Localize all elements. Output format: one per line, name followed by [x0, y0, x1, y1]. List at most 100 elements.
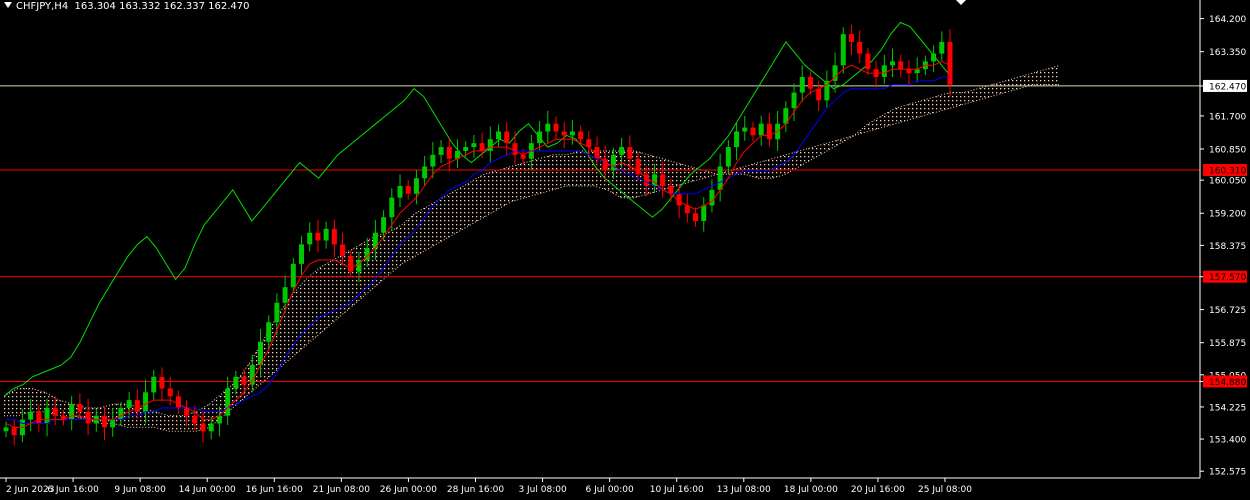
chart-header: CHFJPY,H4 163.304 163.332 162.337 162.47… [4, 1, 250, 12]
candle-body [496, 131, 502, 140]
candle-body [200, 423, 206, 432]
x-tick-label: 9 Jun 08:00 [114, 485, 166, 495]
candle-body [561, 131, 567, 136]
candle-body [208, 423, 214, 432]
candle-body [610, 154, 616, 171]
y-tick-label: 160.050 [1209, 177, 1246, 187]
candle-body [569, 131, 575, 136]
candle-body [241, 376, 247, 385]
candle-body [545, 123, 551, 132]
x-tick-label: 14 Jun 00:00 [179, 485, 236, 495]
x-tick-label: 13 Jul 08:00 [717, 485, 771, 495]
candle-body [766, 123, 772, 140]
candle-body [323, 228, 329, 241]
kijun-line [6, 76, 950, 424]
candle-body [619, 147, 625, 155]
candle-body [742, 127, 748, 132]
candle-body [430, 154, 436, 167]
candle-body [28, 411, 34, 420]
candle-body [504, 131, 510, 144]
candle-body [734, 131, 740, 148]
candle-body [914, 69, 920, 74]
candle-body [578, 131, 584, 140]
candle-body [750, 127, 756, 136]
candle-body [315, 232, 321, 241]
candle-body [118, 407, 124, 420]
candle-body [3, 427, 9, 432]
tenkan-line [5, 60, 951, 428]
candle-body [816, 88, 822, 101]
dropdown-triangle-icon[interactable] [4, 2, 12, 8]
candle-body [143, 392, 149, 412]
candle-body [36, 411, 42, 424]
candle-body [693, 213, 699, 222]
candle-body [299, 244, 305, 264]
candle-body [151, 376, 157, 393]
price-level-label: 162.470 [1209, 82, 1246, 92]
candle-body [758, 123, 764, 136]
candle-body [520, 154, 526, 159]
candle-body [537, 131, 543, 144]
candle-body [69, 404, 75, 420]
candle-body [865, 53, 871, 70]
y-tick-label: 154.225 [1209, 403, 1246, 413]
y-tick-label: 153.400 [1209, 436, 1246, 446]
price-level-label: 154.880 [1209, 378, 1246, 388]
x-tick-label: 16 Jun 16:00 [246, 485, 303, 495]
candle-body [709, 189, 715, 206]
candle-body [77, 404, 83, 412]
x-tick-label: 3 Jul 08:00 [518, 485, 567, 495]
candle-body [175, 396, 181, 408]
x-tick-label: 10 Jul 16:00 [650, 485, 704, 495]
candle-body [553, 123, 559, 132]
candle-body [110, 419, 116, 428]
candle-body [192, 415, 198, 424]
candle-body [947, 41, 953, 85]
candle-body [159, 376, 165, 389]
candle-body [422, 166, 428, 179]
candle-body [102, 415, 108, 428]
price-level-label: 160.310 [1209, 167, 1246, 177]
candle-body [898, 61, 904, 70]
x-tick-label: 21 Jun 08:00 [313, 485, 370, 495]
x-tick-label: 20 Jul 16:00 [851, 485, 905, 495]
candle-body [282, 287, 288, 303]
y-tick-label: 160.850 [1209, 146, 1246, 156]
candle-body [167, 388, 173, 397]
y-tick-label: 159.200 [1209, 210, 1246, 220]
candle-body [233, 376, 239, 389]
candle-body [627, 147, 633, 159]
candle-body [225, 388, 231, 416]
x-tick-label: 6 Jun 16:00 [47, 485, 99, 495]
symbol-label: CHFJPY,H4 [16, 1, 69, 12]
x-tick-label: 18 Jul 00:00 [784, 485, 838, 495]
candle-body [274, 302, 280, 323]
candle-body [438, 147, 444, 155]
candle-body [11, 427, 17, 436]
x-tick-label: 28 Jun 16:00 [447, 485, 504, 495]
candle-body [52, 407, 58, 416]
candle-body [890, 61, 896, 66]
price-chart[interactable]: 164.200 163.350 162.470 161.700 160.850 160.0… [0, 0, 1250, 500]
candle-body [881, 65, 887, 77]
candle-body [446, 147, 452, 159]
y-tick-label: 163.350 [1209, 48, 1246, 58]
candle-body [799, 76, 805, 93]
candle-body [134, 400, 140, 412]
y-tick-label: 152.575 [1209, 468, 1246, 478]
candle-body [906, 69, 912, 74]
candle-body [660, 174, 666, 186]
candle-body [463, 147, 469, 151]
candle-body [413, 178, 419, 194]
candle-body [717, 166, 723, 190]
y-tick-label: 156.725 [1209, 306, 1246, 316]
candle-body [389, 197, 395, 218]
candle-body [249, 365, 255, 385]
candle-body [126, 400, 132, 408]
x-tick-label: 26 Jun 00:00 [380, 485, 437, 495]
candle-body [340, 244, 346, 257]
ohlc-readout: 163.304 163.332 162.337 162.470 [74, 1, 250, 12]
candle-body [857, 41, 863, 54]
y-tick-label: 158.375 [1209, 242, 1246, 252]
chart-canvas[interactable]: 164.200 163.350 162.470 161.700 160.850 160.0… [0, 0, 1250, 500]
